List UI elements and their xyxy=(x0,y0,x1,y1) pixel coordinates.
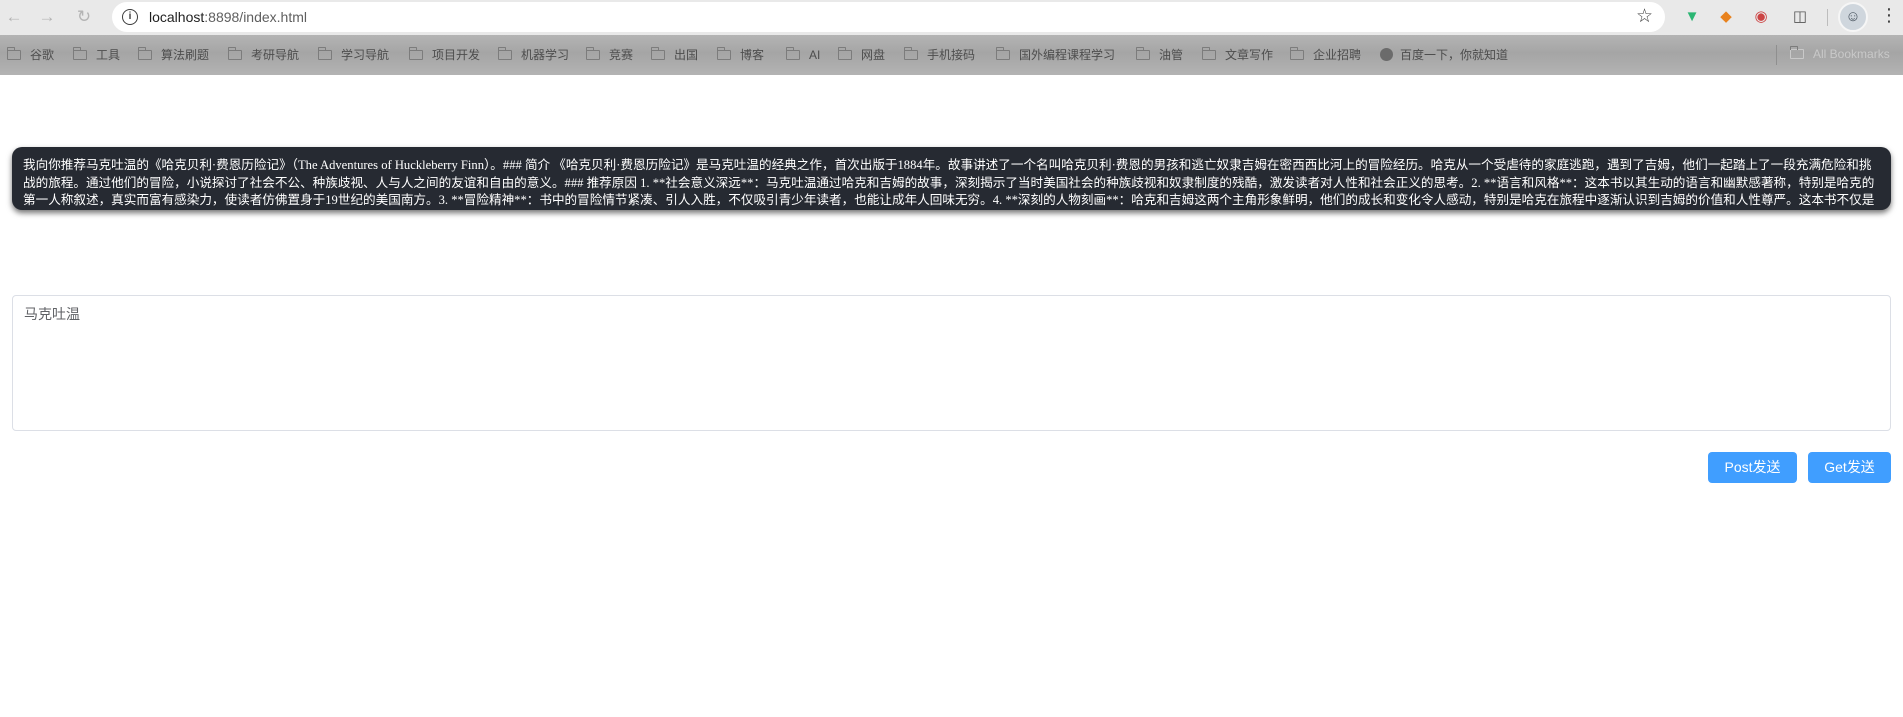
fox-extension-icon[interactable]: ◆ xyxy=(1716,7,1736,27)
post-send-button[interactable]: Post发送 xyxy=(1708,452,1797,483)
bookmark-label: 油管 xyxy=(1159,48,1184,62)
bookmark-folder[interactable]: 谷歌 xyxy=(7,47,54,63)
color-extension-icon[interactable]: ◉ xyxy=(1751,7,1771,27)
folder-icon xyxy=(717,47,731,60)
bookmark-label: 考研导航 xyxy=(251,48,300,62)
bookmark-label: 博客 xyxy=(740,48,765,62)
back-arrow-icon[interactable]: ← xyxy=(2,5,26,29)
bookmark-label: 工具 xyxy=(96,48,121,62)
get-send-button[interactable]: Get发送 xyxy=(1808,452,1891,483)
bookmark-label: 竞赛 xyxy=(609,48,634,62)
reload-icon[interactable]: ↻ xyxy=(72,5,96,29)
folder-icon xyxy=(586,47,600,60)
bookmark-label: 网盘 xyxy=(861,48,886,62)
folder-icon xyxy=(786,47,800,60)
folder-icon xyxy=(7,47,21,60)
folder-icon xyxy=(228,47,242,60)
bookmark-folder[interactable]: AI xyxy=(786,47,820,63)
address-bar[interactable]: i localhost:8898/index.html ☆ xyxy=(112,2,1665,32)
bookmark-label: 学习导航 xyxy=(341,48,390,62)
folder-icon xyxy=(996,47,1010,60)
folder-icon xyxy=(1290,47,1304,60)
folder-icon xyxy=(1790,46,1804,59)
bookmark-label: 谷歌 xyxy=(30,48,55,62)
bookmark-folder[interactable]: 手机接码 xyxy=(904,47,975,63)
folder-icon xyxy=(409,47,423,60)
bookmark-folder[interactable]: 机器学习 xyxy=(498,47,569,63)
bookmarks-divider xyxy=(1776,45,1777,65)
bookmark-folder[interactable]: 网盘 xyxy=(838,47,885,63)
bookmark-label: 手机接码 xyxy=(927,48,976,62)
bookmark-folder[interactable]: 考研导航 xyxy=(228,47,299,63)
star-icon[interactable]: ☆ xyxy=(1636,5,1653,28)
bookmark-folder[interactable]: 企业招聘 xyxy=(1290,47,1361,63)
bookmark-label: 国外编程课程学习 xyxy=(1019,48,1116,62)
bookmark-folder[interactable]: 国外编程课程学习 xyxy=(996,47,1115,63)
bookmarks-bar: 谷歌 工具 算法刷题 考研导航 学习导航 项目开发 机器学习 竞赛 出国 博客 … xyxy=(0,35,1903,75)
vue-devtools-icon[interactable]: ▼ xyxy=(1682,7,1702,27)
bookmark-folder[interactable]: 学习导航 xyxy=(318,47,389,63)
globe-icon xyxy=(1380,48,1393,61)
bookmark-folder[interactable]: 工具 xyxy=(73,47,120,63)
folder-icon xyxy=(651,47,665,60)
bookmark-label: AI xyxy=(809,48,821,62)
bookmark-folder[interactable]: 油管 xyxy=(1136,47,1183,63)
folder-icon xyxy=(1136,47,1150,60)
folder-icon xyxy=(838,47,852,60)
url-path: :8898/index.html xyxy=(204,9,307,25)
kebab-menu-icon[interactable]: ⋮ xyxy=(1880,5,1898,26)
folder-icon xyxy=(73,47,87,60)
bookmark-label: 算法刷题 xyxy=(161,48,210,62)
folder-icon xyxy=(904,47,918,60)
query-textarea[interactable] xyxy=(12,295,1891,431)
bookmark-label: 企业招聘 xyxy=(1313,48,1362,62)
folder-icon xyxy=(498,47,512,60)
bookmark-label: 文章写作 xyxy=(1225,48,1274,62)
all-bookmarks-label: All Bookmarks xyxy=(1813,47,1890,61)
bookmark-label: 出国 xyxy=(674,48,699,62)
folder-icon xyxy=(318,47,332,60)
url-host: localhost xyxy=(149,9,205,25)
forward-arrow-icon[interactable]: → xyxy=(35,5,59,29)
bookmark-folder[interactable]: 算法刷题 xyxy=(138,47,209,63)
info-icon[interactable]: i xyxy=(122,9,138,25)
bookmark-label: 项目开发 xyxy=(432,48,481,62)
bookmark-folder[interactable]: 竞赛 xyxy=(586,47,633,63)
bookmark-folder[interactable]: 项目开发 xyxy=(409,47,480,63)
bookmark-folder[interactable]: 博客 xyxy=(717,47,764,63)
bookmark-baidu[interactable]: 百度一下，你就知道 xyxy=(1380,47,1508,63)
bookmark-label: 百度一下，你就知道 xyxy=(1400,48,1509,62)
toolbar-divider xyxy=(1827,9,1828,26)
bookmark-folder[interactable]: 文章写作 xyxy=(1202,47,1273,63)
browser-toolbar: ← → ↻ i localhost:8898/index.html ☆ ▼ ◆ … xyxy=(0,0,1903,35)
response-card: 我向你推荐马克吐温的《哈克贝利·费恩历险记》（The Adventures of… xyxy=(12,147,1891,210)
folder-icon xyxy=(1202,47,1216,60)
extensions-puzzle-icon[interactable]: ◫ xyxy=(1790,7,1810,27)
bookmark-label: 机器学习 xyxy=(521,48,570,62)
bookmark-folder[interactable]: 出国 xyxy=(651,47,698,63)
profile-avatar[interactable]: ☺ xyxy=(1838,2,1868,32)
all-bookmarks[interactable]: All Bookmarks xyxy=(1790,46,1890,61)
folder-icon xyxy=(138,47,152,60)
url-text[interactable]: localhost:8898/index.html xyxy=(149,9,307,25)
